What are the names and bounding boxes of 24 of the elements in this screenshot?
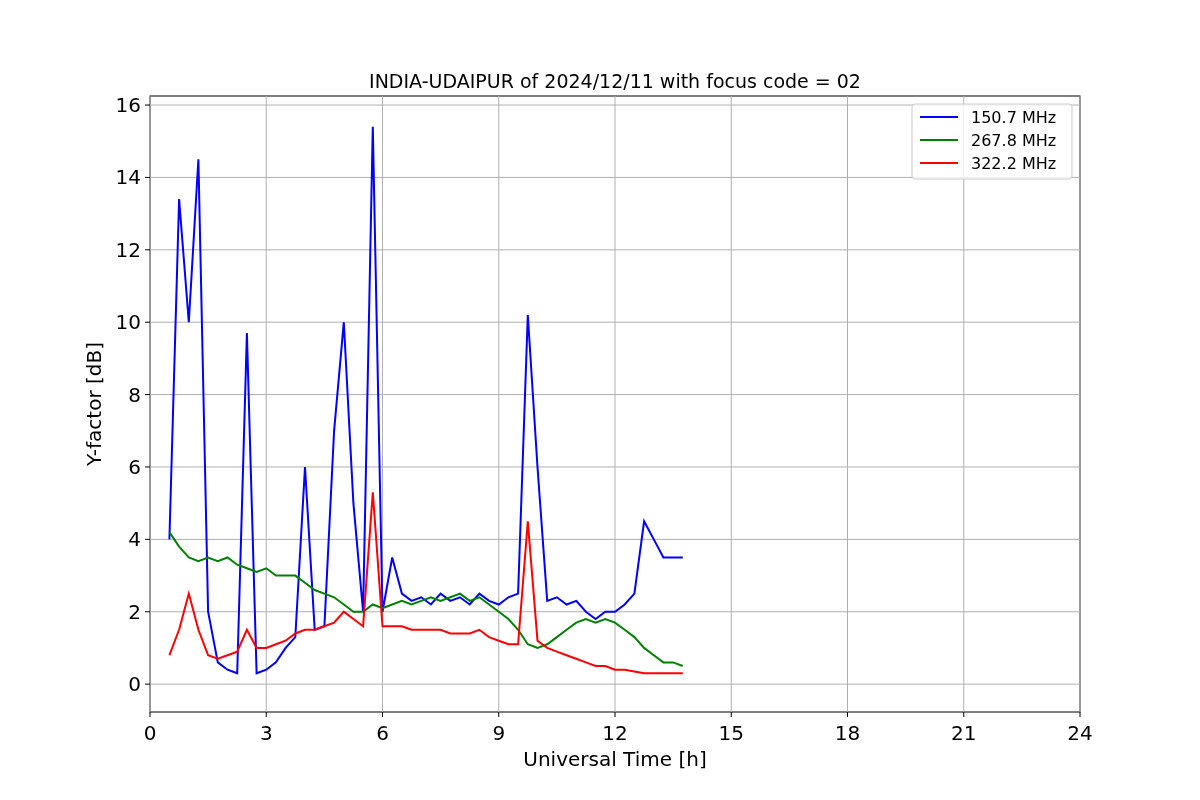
x-tick-label: 24 <box>1067 721 1093 745</box>
y-tick-label: 0 <box>128 672 141 697</box>
y-axis-label: Y-factor [dB] <box>82 342 106 466</box>
y-tick-label: 4 <box>128 527 141 552</box>
legend-label: 322.2 MHz <box>971 154 1057 173</box>
x-tick-label: 0 <box>143 721 157 745</box>
legend-label: 150.7 MHz <box>971 108 1057 127</box>
x-tick-label: 12 <box>602 721 628 745</box>
y-tick-label: 8 <box>128 382 141 407</box>
y-tick-label: 14 <box>115 165 141 190</box>
x-tick-label: 21 <box>951 721 977 745</box>
chart-title: INDIA-UDAIPUR of 2024/12/11 with focus code = 02 <box>369 70 861 92</box>
x-tick-label: 18 <box>834 721 861 745</box>
x-axis-label: Universal Time [h] <box>523 747 707 771</box>
y-tick-label: 2 <box>128 599 141 624</box>
y-tick-label: 10 <box>115 310 141 335</box>
x-tick-label: 3 <box>259 721 273 745</box>
x-tick-label: 9 <box>492 721 506 745</box>
legend-label: 267.8 MHz <box>971 131 1057 150</box>
y-tick-label: 12 <box>115 237 141 262</box>
y-tick-label: 6 <box>128 455 141 479</box>
x-tick-label: 15 <box>718 721 744 745</box>
y-tick-label: 16 <box>115 93 141 118</box>
x-tick-label: 6 <box>376 721 389 745</box>
